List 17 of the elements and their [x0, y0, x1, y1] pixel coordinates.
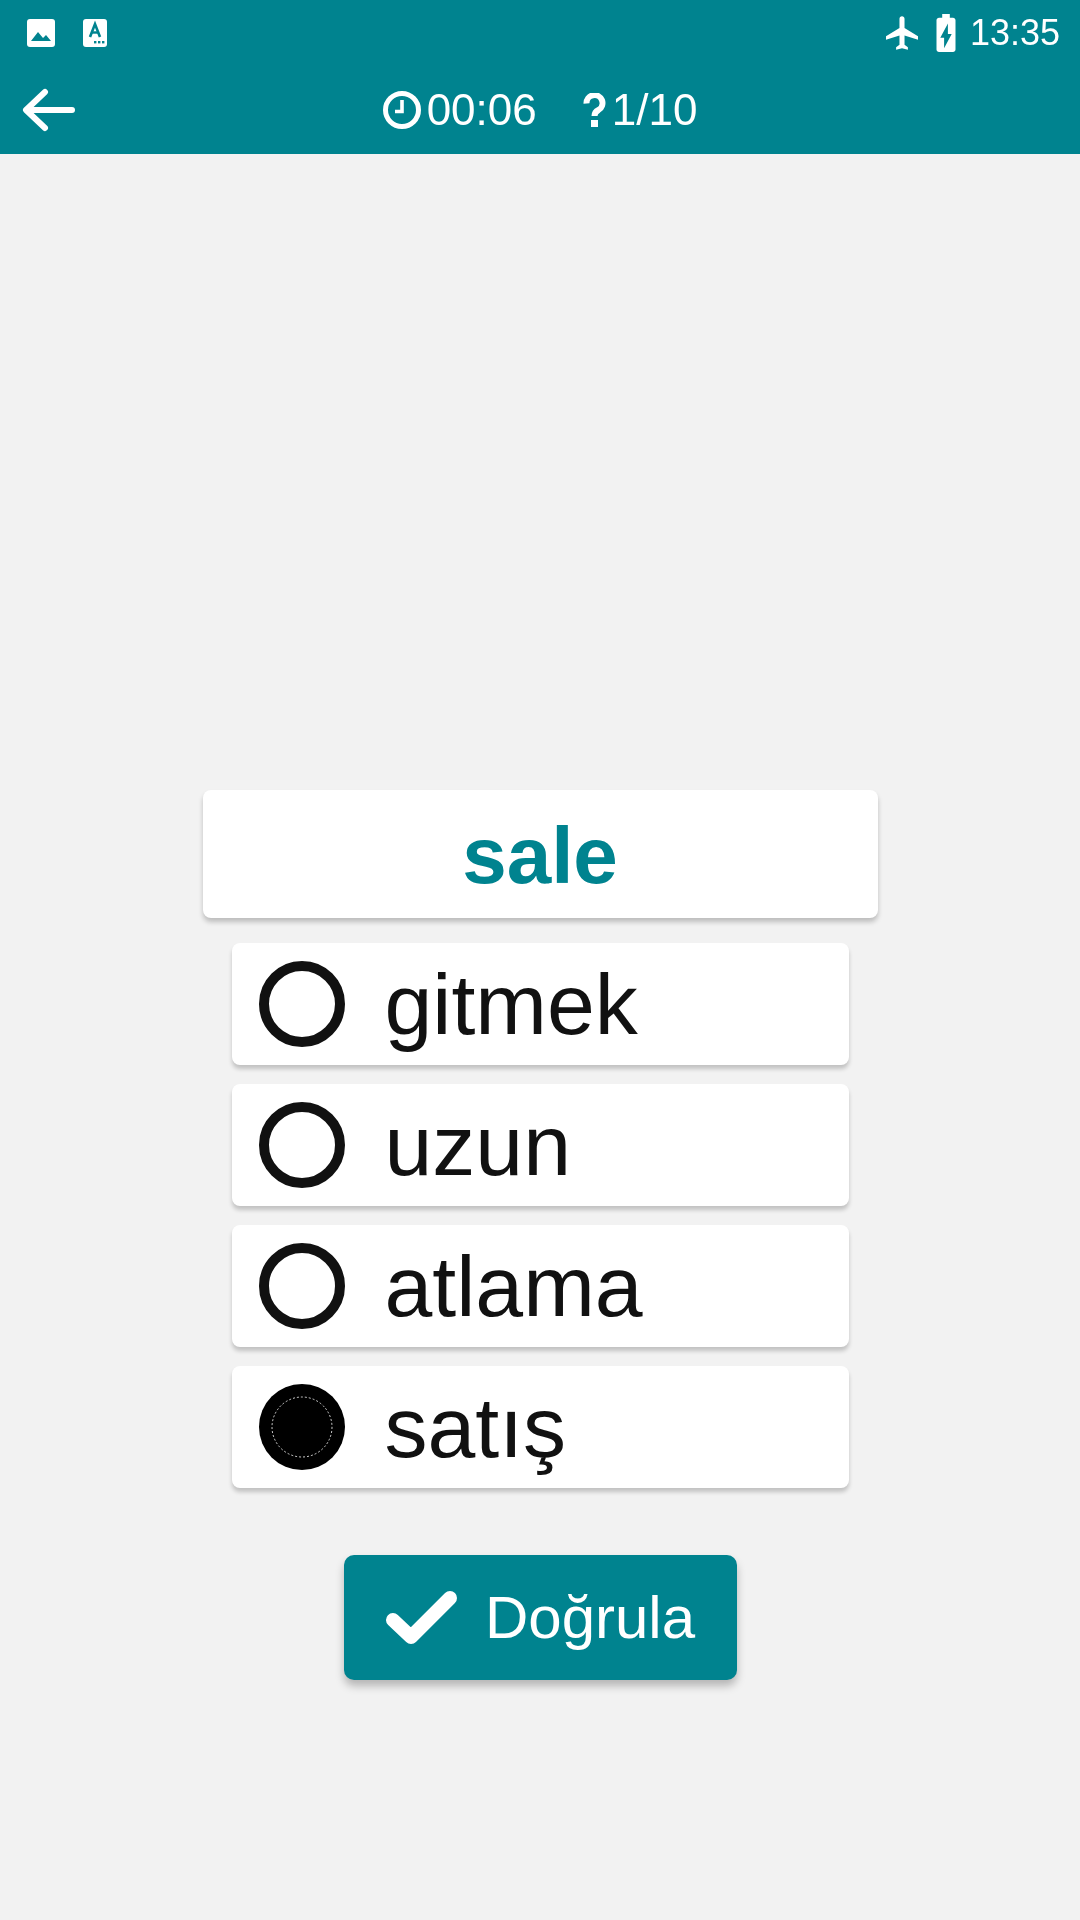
verify-button[interactable]: Doğrula: [343, 1555, 737, 1680]
question-counter: 1/10: [611, 85, 698, 135]
status-time: 13:35: [969, 12, 1060, 54]
question-word: sale: [462, 812, 618, 900]
check-icon: [384, 1590, 458, 1645]
answer-option[interactable]: gitmek: [231, 943, 849, 1065]
question-mark-icon: [582, 93, 606, 127]
battery-charging-icon: [935, 14, 956, 52]
answer-option[interactable]: uzun: [231, 1084, 849, 1206]
airplane-icon: [885, 16, 918, 50]
answer-option[interactable]: satış: [231, 1366, 849, 1488]
timer-text: 00:06: [426, 85, 537, 135]
font-icon: [83, 19, 107, 47]
answer-option[interactable]: atlama: [231, 1225, 849, 1347]
clock-icon: [382, 91, 421, 129]
image-icon: [27, 19, 55, 47]
back-button[interactable]: [22, 88, 76, 132]
